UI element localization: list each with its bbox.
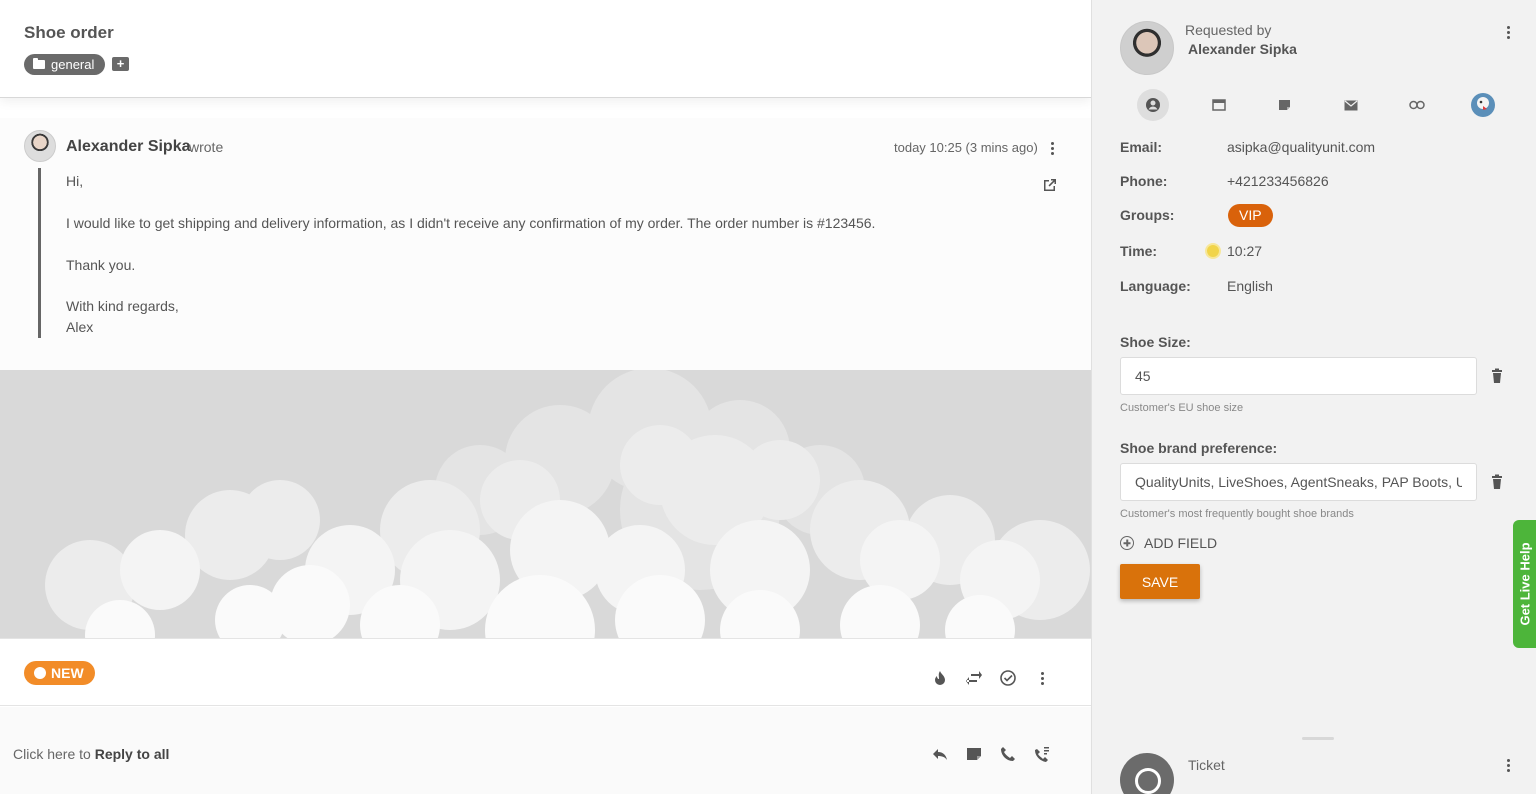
reply-bar[interactable]: Click here to Reply to all (0, 707, 1091, 794)
call-log-icon[interactable] (1032, 744, 1052, 764)
person-icon (1146, 98, 1160, 112)
message-line: Alex (66, 319, 94, 335)
tab-calendar[interactable] (1203, 89, 1235, 121)
message-line: Hi, (66, 173, 84, 189)
quote-bar (38, 168, 41, 338)
folder-icon (33, 58, 45, 69)
link-icon (1409, 100, 1425, 110)
avatar (24, 130, 56, 162)
brand-avatar-icon (1471, 93, 1495, 117)
shoe-size-input[interactable] (1120, 357, 1477, 395)
transfer-icon[interactable] (964, 668, 984, 688)
status-bar: NEW (0, 638, 1091, 706)
drag-handle[interactable] (1302, 737, 1334, 740)
message-line: Thank you. (66, 257, 136, 273)
add-field-label: ADD FIELD (1144, 535, 1218, 551)
reply-prefix: Click here to (13, 746, 95, 762)
sun-icon (1207, 245, 1219, 257)
tab-tickets[interactable] (1269, 89, 1301, 121)
email-label: Email: (1120, 139, 1163, 155)
message-more-icon[interactable] (1044, 140, 1060, 156)
ticket-section-label: Ticket (1188, 757, 1225, 773)
mail-icon (1344, 100, 1358, 110)
message-line: I would like to get shipping and deliver… (66, 215, 876, 231)
save-button[interactable]: SAVE (1120, 564, 1200, 599)
reply-icon[interactable] (930, 744, 950, 764)
shoe-size-label: Shoe Size: (1120, 334, 1191, 350)
folder-icon (1279, 100, 1290, 110)
resolve-check-icon[interactable] (998, 668, 1018, 688)
delete-shoe-size-icon[interactable] (1490, 368, 1504, 384)
shoe-brand-hint: Customer's most frequently bought shoe b… (1120, 508, 1354, 520)
language-label: Language: (1120, 278, 1191, 294)
contact-time: 10:27 (1227, 243, 1263, 259)
tab-links[interactable] (1401, 89, 1433, 121)
contact-name: Alexander Sipka (1188, 41, 1297, 57)
avatar (1120, 21, 1174, 75)
tag-general[interactable]: general (24, 54, 106, 75)
status-label: NEW (51, 665, 84, 681)
delete-shoe-brand-icon[interactable] (1490, 474, 1504, 490)
conversation-pane: Shoe order general + Alexander Sipka wro… (0, 0, 1091, 794)
shoe-size-hint: Customer's EU shoe size (1120, 402, 1244, 414)
contact-sidebar: Requested by Alexander Sipka Email: asip… (1091, 0, 1536, 794)
contact-language: English (1227, 278, 1273, 294)
ticket-title: Shoe order (24, 23, 114, 42)
phone-label: Phone: (1120, 173, 1168, 189)
ticket-header: Shoe order general + (0, 0, 1091, 98)
contact-email[interactable]: asipka@qualityunit.com (1227, 139, 1375, 155)
contact-more-icon[interactable] (1500, 24, 1516, 40)
message-time: today 10:25 (3 mins ago) (894, 140, 1038, 155)
message: Alexander Sipka wrote today 10:25 (3 min… (0, 118, 1091, 370)
ticket-avatar (1120, 753, 1174, 794)
requested-by-label: Requested by (1185, 22, 1272, 38)
shoe-brand-label: Shoe brand preference: (1120, 440, 1278, 456)
tag-label: general (51, 57, 95, 72)
add-field-button[interactable]: ADD FIELD (1120, 535, 1217, 551)
message-wrote-label: wrote (189, 139, 224, 155)
open-external-icon[interactable] (1042, 177, 1058, 193)
tab-email[interactable] (1335, 89, 1367, 121)
live-help-button[interactable]: Get Live Help (1513, 520, 1536, 648)
ticket-more-icon[interactable] (1500, 757, 1516, 773)
reply-prompt[interactable]: Click here to Reply to all (13, 746, 169, 762)
contact-phone[interactable]: +421233456826 (1227, 173, 1329, 189)
tab-contact-info[interactable] (1137, 89, 1169, 121)
shoe-brand-input[interactable] (1120, 463, 1477, 501)
add-tag-button[interactable]: + (112, 57, 129, 71)
phone-icon[interactable] (998, 744, 1018, 764)
tab-integration[interactable] (1467, 89, 1499, 121)
live-help-label: Get Live Help (1517, 542, 1532, 626)
status-dot-icon (34, 667, 46, 679)
note-icon[interactable] (964, 744, 984, 764)
calendar-icon (1212, 99, 1226, 111)
time-label: Time: (1120, 243, 1158, 259)
groups-label: Groups: (1120, 207, 1175, 223)
message-author: Alexander Sipka (66, 138, 191, 155)
group-badge[interactable]: VIP (1228, 204, 1273, 227)
status-badge[interactable]: NEW (24, 661, 95, 685)
message-line: With kind regards, (66, 298, 179, 314)
priority-fire-icon[interactable] (930, 668, 950, 688)
add-circle-icon (1120, 536, 1134, 550)
cloud-background (0, 370, 1091, 638)
reply-all-link[interactable]: Reply to all (95, 746, 170, 762)
more-actions-icon[interactable] (1032, 668, 1052, 688)
